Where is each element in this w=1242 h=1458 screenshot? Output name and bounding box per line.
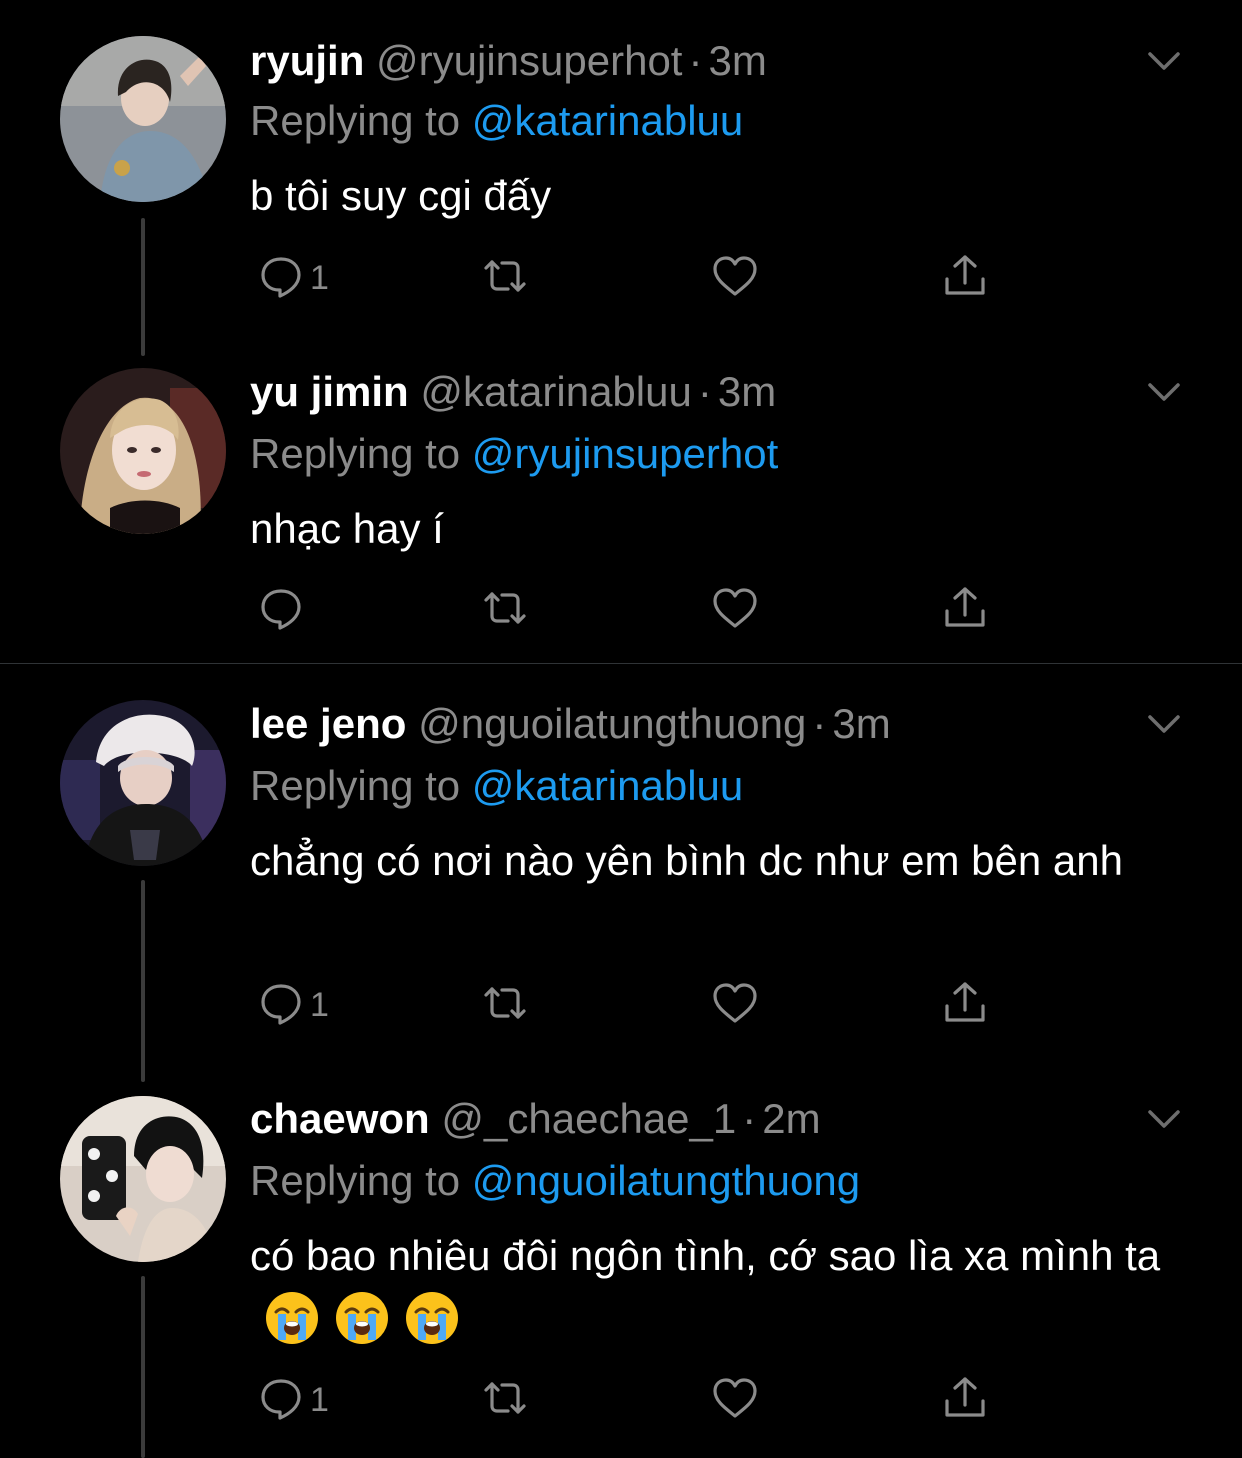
tweet[interactable]: chaewon @_chaechae_1 · 2m Replying to @ngu…	[0, 0, 1242, 1458]
avatar[interactable]	[60, 1096, 226, 1262]
separator-dot: ·	[742, 1095, 757, 1142]
thread-line	[141, 1276, 145, 1458]
tweet-body: có bao nhiêu đôi ngôn tình, cớ sao lìa x…	[250, 1224, 1190, 1352]
replying-to: Replying to @nguoilatungthuong	[250, 1156, 860, 1206]
tweet-text: có bao nhiêu đôi ngôn tình, cớ sao lìa x…	[250, 1232, 1161, 1279]
share-icon	[940, 1373, 990, 1428]
chevron-down-icon[interactable]	[1140, 1094, 1188, 1142]
timestamp[interactable]: 2m	[762, 1095, 820, 1142]
loudly-crying-face-icon	[264, 1290, 320, 1346]
heart-icon	[710, 1373, 760, 1428]
reply-button[interactable]: 1	[256, 1370, 329, 1430]
retweet-button[interactable]	[480, 1370, 530, 1430]
display-name[interactable]: chaewon	[250, 1095, 430, 1142]
username[interactable]: @_chaechae_1	[441, 1095, 736, 1142]
like-button[interactable]	[710, 1370, 760, 1430]
loudly-crying-face-icon	[404, 1290, 460, 1346]
loudly-crying-face-icon	[334, 1290, 390, 1346]
reply-count: 1	[310, 1380, 329, 1419]
action-bar: 1	[250, 1370, 1010, 1430]
tweet-header: chaewon @_chaechae_1 · 2m	[250, 1094, 821, 1144]
replying-label: Replying to	[250, 1157, 461, 1204]
retweet-icon	[480, 1373, 530, 1428]
reply-mention-link[interactable]: @nguoilatungthuong	[472, 1157, 860, 1204]
comment-icon	[256, 1373, 306, 1428]
share-button[interactable]	[940, 1370, 990, 1430]
